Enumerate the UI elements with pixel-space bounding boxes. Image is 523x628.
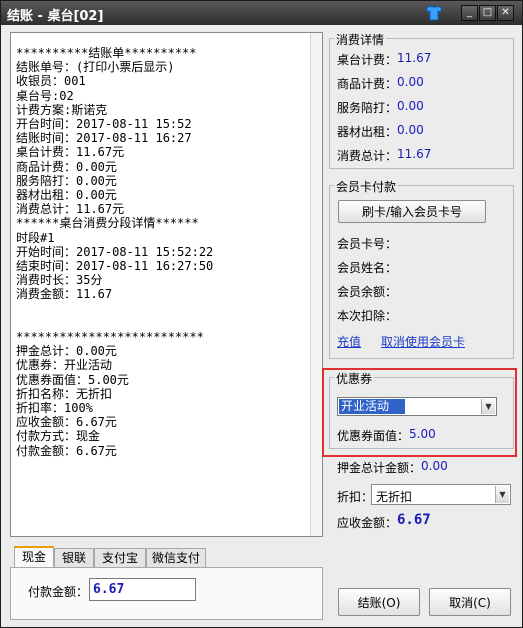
cancel-member-card-link[interactable]: 取消使用会员卡 — [381, 333, 465, 350]
coupon-select[interactable]: 开业活动 ▼ — [337, 397, 497, 416]
table-fee-value: 11.67 — [397, 51, 432, 65]
goods-fee-value: 0.00 — [397, 75, 424, 89]
rental-label: 器材出租： — [337, 125, 398, 139]
coupon-selected-value: 开业活动 — [339, 399, 405, 414]
tab-wechat-pay[interactable]: 微信支付 — [146, 548, 206, 568]
service-value: 0.00 — [397, 99, 424, 113]
checkout-window: 结账 - 桌台[02] _ □ ✕ **********结账单*********… — [0, 0, 523, 628]
payment-amount-label: 付款金额： — [28, 585, 89, 599]
tab-unionpay[interactable]: 银联 — [54, 548, 94, 568]
discount-select[interactable]: 无折扣 ▼ — [371, 484, 511, 505]
chevron-down-icon[interactable]: ▼ — [481, 399, 495, 414]
goods-fee-label: 商品计费： — [337, 77, 398, 91]
recharge-link[interactable]: 充值 — [337, 333, 361, 350]
minimize-button[interactable]: _ — [461, 5, 478, 21]
tab-alipay[interactable]: 支付宝 — [94, 548, 146, 568]
member-balance-label: 会员余额： — [337, 285, 398, 299]
payment-tabs: 现金 银联 支付宝 微信支付 — [10, 546, 310, 569]
window-title: 结账 - 桌台[02] — [7, 9, 104, 24]
payment-amount-input[interactable]: 6.67 — [89, 578, 196, 601]
total-value: 11.67 — [397, 147, 432, 161]
maximize-button[interactable]: □ — [479, 5, 496, 21]
coupon-face-value-label: 优惠券面值： — [337, 429, 410, 443]
cancel-button[interactable]: 取消(C) — [429, 588, 511, 616]
discount-selected-value: 无折扣 — [376, 490, 413, 504]
member-card-no-label: 会员卡号： — [337, 237, 398, 251]
member-card-legend: 会员卡付款 — [334, 178, 399, 195]
receipt-text: **********结账单********** 结账单号：(打印小票后显示) 收… — [16, 46, 214, 458]
service-label: 服务陪打： — [337, 101, 398, 115]
checkout-button[interactable]: 结账(O) — [338, 588, 420, 616]
receivable-label: 应收金额： — [337, 516, 398, 530]
receipt-preview[interactable]: **********结账单********** 结账单号：(打印小票后显示) 收… — [10, 32, 323, 537]
receivable-value: 6.67 — [397, 512, 431, 528]
swipe-card-button[interactable]: 刷卡/输入会员卡号 — [338, 200, 486, 223]
coupon-face-value: 5.00 — [409, 427, 436, 441]
skin-shirt-icon[interactable] — [425, 5, 443, 21]
deposit-total-value: 0.00 — [421, 459, 448, 473]
close-button[interactable]: ✕ — [497, 5, 514, 21]
tab-cash[interactable]: 现金 — [14, 546, 54, 569]
deposit-total-label: 押金总计金额： — [337, 461, 422, 475]
deduct-label: 本次扣除： — [337, 309, 398, 323]
receipt-scrollbar[interactable] — [310, 33, 322, 536]
rental-value: 0.00 — [397, 123, 424, 137]
member-name-label: 会员姓名： — [337, 261, 398, 275]
consumption-details-legend: 消费详情 — [334, 31, 387, 48]
chevron-down-icon[interactable]: ▼ — [495, 486, 509, 503]
discount-label: 折扣： — [337, 490, 374, 504]
table-fee-label: 桌台计费： — [337, 53, 398, 67]
title-bar[interactable]: 结账 - 桌台[02] _ □ ✕ — [1, 1, 522, 25]
total-label: 消费总计： — [337, 149, 398, 163]
